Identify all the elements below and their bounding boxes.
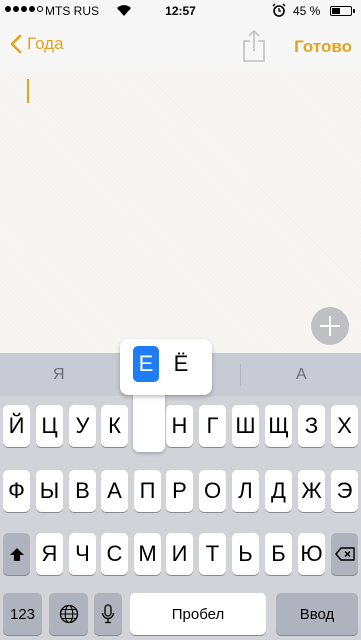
key-2-1[interactable]: Ф xyxy=(3,470,30,512)
share-icon[interactable] xyxy=(241,29,267,63)
accent-option-e[interactable]: Е xyxy=(133,346,159,382)
globe-key[interactable] xyxy=(49,593,88,635)
globe-icon xyxy=(59,604,78,624)
key-2-4[interactable]: А xyxy=(101,470,128,512)
accent-option-yo[interactable]: Ё xyxy=(168,346,194,382)
chevron-left-icon xyxy=(10,34,22,54)
key-3-5[interactable]: И xyxy=(166,533,193,575)
done-button[interactable]: Готово xyxy=(294,37,352,57)
key-1-6[interactable]: Н xyxy=(166,405,193,447)
key-2-10[interactable]: Ж xyxy=(298,470,325,512)
suggestion-1[interactable]: Я xyxy=(53,366,65,384)
back-button[interactable]: Года xyxy=(10,34,64,54)
popup-key-stem xyxy=(133,390,165,452)
key-3-1[interactable]: Я xyxy=(36,533,63,575)
key-1-1[interactable]: Й xyxy=(3,405,30,447)
key-2-7[interactable]: О xyxy=(199,470,226,512)
suggestion-divider xyxy=(240,364,241,386)
microphone-icon xyxy=(101,604,115,624)
key-3-9[interactable]: Ю xyxy=(298,533,325,575)
key-2-11[interactable]: Э xyxy=(331,470,358,512)
keyboard: Й Ц У К Н Г Ш Щ З Х Ф Ы В А П Р О Л Д Ж … xyxy=(0,396,361,640)
key-2-6[interactable]: Р xyxy=(166,470,193,512)
numbers-key[interactable]: 123 xyxy=(3,593,42,635)
key-1-3[interactable]: У xyxy=(69,405,96,447)
backspace-icon xyxy=(334,547,355,561)
navigation-bar: Года Готово xyxy=(0,22,361,72)
space-key[interactable]: Пробел xyxy=(130,593,266,635)
accent-popup: Е Ё xyxy=(120,339,212,395)
key-1-2[interactable]: Ц xyxy=(36,405,63,447)
suggestion-2[interactable]: А xyxy=(296,366,307,384)
back-label: Года xyxy=(27,34,64,53)
battery-icon xyxy=(330,6,355,16)
key-3-3[interactable]: С xyxy=(101,533,128,575)
key-2-3[interactable]: В xyxy=(69,470,96,512)
text-cursor xyxy=(27,79,29,103)
key-3-7[interactable]: Ь xyxy=(232,533,259,575)
note-text-area[interactable] xyxy=(0,72,361,353)
status-bar: MTS RUS 12:57 45 % xyxy=(0,0,361,22)
key-2-9[interactable]: Д xyxy=(265,470,292,512)
key-2-2[interactable]: Ы xyxy=(36,470,63,512)
key-1-9[interactable]: Щ xyxy=(265,405,292,447)
return-key[interactable]: Ввод xyxy=(276,593,358,635)
delete-key[interactable] xyxy=(331,533,358,575)
key-2-8[interactable]: Л xyxy=(232,470,259,512)
plus-icon[interactable] xyxy=(311,307,349,345)
key-1-8[interactable]: Ш xyxy=(232,405,259,447)
key-3-6[interactable]: Т xyxy=(199,533,226,575)
key-3-4[interactable]: М xyxy=(134,533,161,575)
dictation-key[interactable] xyxy=(94,593,122,635)
key-3-2[interactable]: Ч xyxy=(69,533,96,575)
key-1-11[interactable]: Х xyxy=(331,405,358,447)
key-1-7[interactable]: Г xyxy=(199,405,226,447)
key-1-10[interactable]: З xyxy=(298,405,325,447)
shift-key[interactable] xyxy=(3,533,30,575)
key-2-5[interactable]: П xyxy=(134,470,161,512)
key-1-4[interactable]: К xyxy=(101,405,128,447)
battery-percentage: 45 % xyxy=(293,4,321,18)
shift-icon xyxy=(9,547,24,561)
alarm-icon xyxy=(272,3,286,17)
key-3-8[interactable]: Б xyxy=(265,533,292,575)
